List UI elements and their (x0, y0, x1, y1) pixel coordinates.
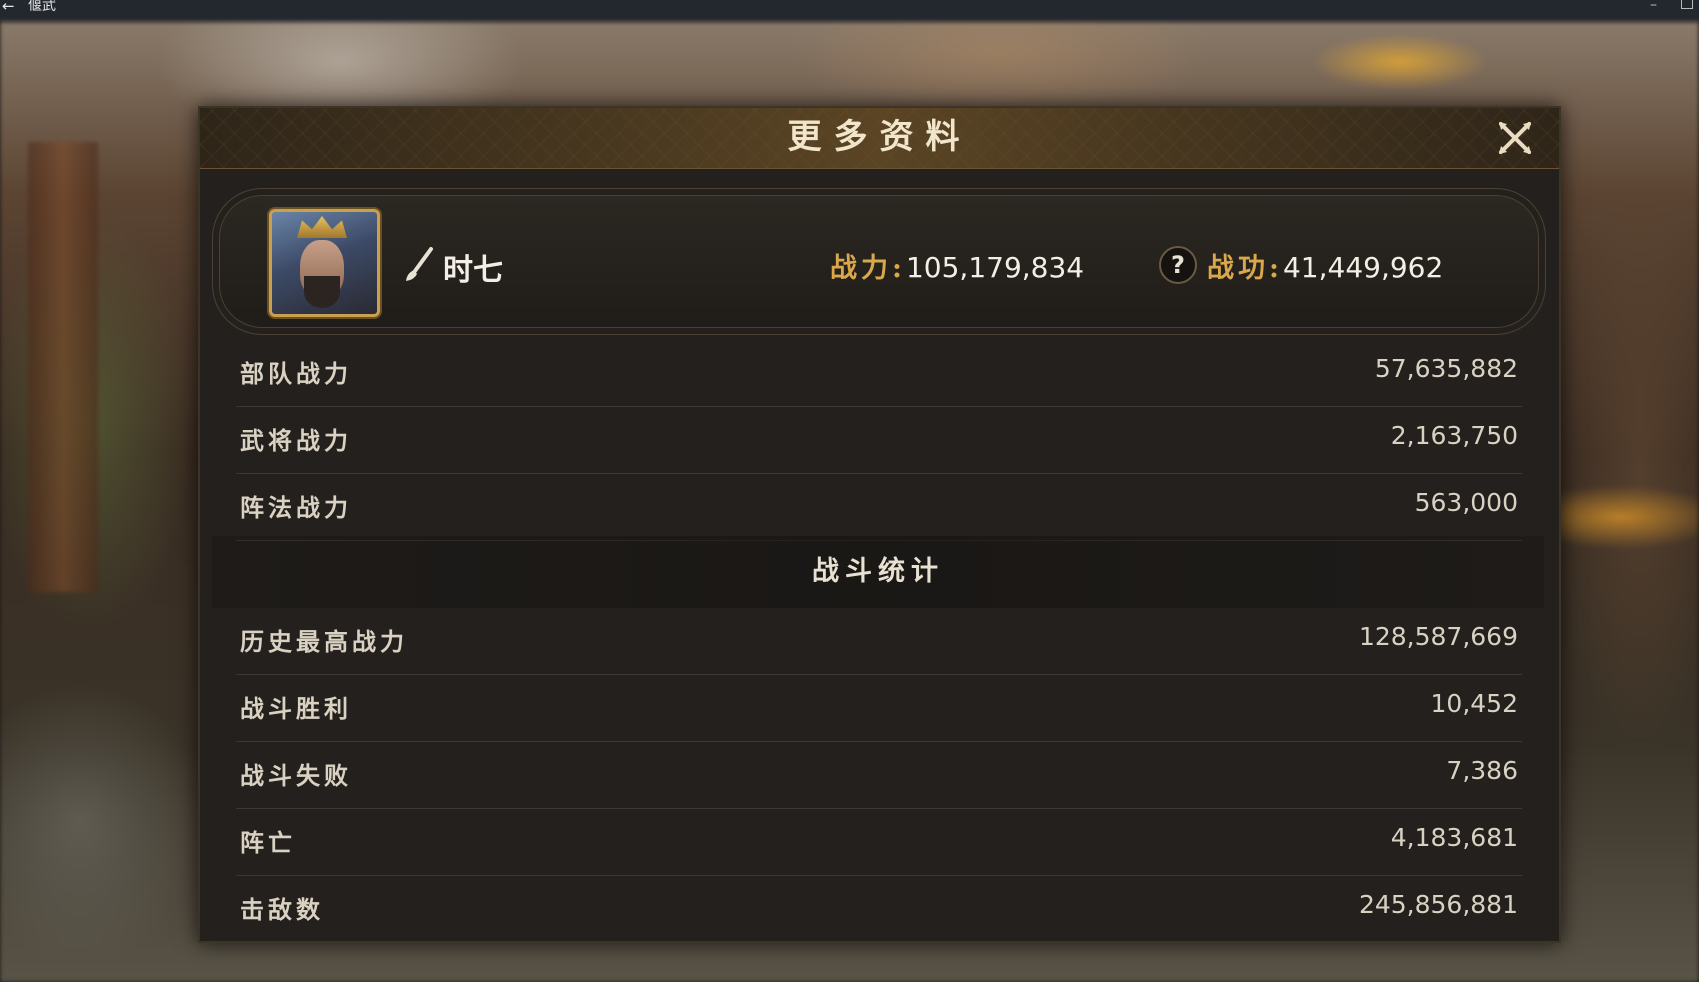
brush-icon[interactable] (403, 247, 435, 283)
stat-row-highest-power: 历史最高战力 128,587,669 (236, 608, 1522, 675)
battle-merit-label: 战功: (1207, 253, 1283, 284)
avatar-beard (304, 276, 340, 308)
battle-merit-value: 41,449,962 (1282, 251, 1444, 284)
close-x-icon (1499, 122, 1531, 154)
battle-stats-header: 战斗统计 (212, 536, 1544, 608)
window-titlebar: ← 偃武 – (0, 0, 1699, 22)
combat-power-stat: 战力:105,179,834 (830, 246, 1084, 285)
stat-label: 部队战力 (240, 359, 352, 388)
player-name: 时七 (443, 253, 503, 288)
stat-value: 245,856,881 (1358, 890, 1518, 919)
battle-merit-stat: 战功:41,449,962 (1207, 246, 1443, 285)
close-button[interactable] (1495, 118, 1535, 158)
dialog-title: 更多资料 (787, 117, 972, 157)
stat-value: 2,163,750 (1390, 421, 1518, 450)
stat-value: 128,587,669 (1358, 622, 1518, 651)
stat-value: 7,386 (1446, 756, 1518, 785)
maximize-icon[interactable] (1681, 0, 1693, 9)
avatar-crown (297, 216, 347, 238)
combat-power-value: 105,179,834 (905, 251, 1085, 284)
more-info-dialog: 更多资料 时七 战力:105,179,834 ? 战功:41,449,962 部… (198, 106, 1561, 943)
stat-row-battle-losses: 战斗失败 7,386 (236, 742, 1522, 809)
stat-label: 阵法战力 (240, 493, 352, 522)
stat-row-kills: 击敌数 245,856,881 (236, 876, 1522, 942)
stat-row-general-power: 武将战力 2,163,750 (236, 407, 1522, 474)
background-pillar (28, 142, 98, 592)
stat-row-troop-power: 部队战力 57,635,882 (236, 340, 1522, 407)
stat-value: 10,452 (1430, 689, 1518, 718)
stat-value: 4,183,681 (1390, 823, 1518, 852)
stat-row-casualties: 阵亡 4,183,681 (236, 809, 1522, 876)
battle-stats-title: 战斗统计 (812, 556, 944, 587)
stat-row-battle-wins: 战斗胜利 10,452 (236, 675, 1522, 742)
stat-value: 57,635,882 (1374, 354, 1518, 383)
player-avatar[interactable] (269, 209, 380, 317)
combat-power-label: 战力: (830, 253, 906, 284)
stat-label: 历史最高战力 (240, 627, 408, 656)
help-icon[interactable]: ? (1159, 246, 1197, 284)
stat-label: 武将战力 (240, 426, 352, 455)
stat-row-formation-power: 阵法战力 563,000 (236, 474, 1522, 541)
back-arrow-icon[interactable]: ← (2, 0, 15, 14)
stat-label: 战斗失败 (240, 761, 352, 790)
stat-value: 563,000 (1414, 488, 1518, 517)
window-title: 偃武 (28, 0, 56, 14)
stat-label: 战斗胜利 (240, 694, 352, 723)
player-card: 时七 战力:105,179,834 ? 战功:41,449,962 (212, 188, 1546, 335)
stat-label: 阵亡 (240, 828, 296, 857)
stat-label: 击敌数 (240, 895, 324, 924)
minimize-icon[interactable]: – (1650, 0, 1657, 12)
